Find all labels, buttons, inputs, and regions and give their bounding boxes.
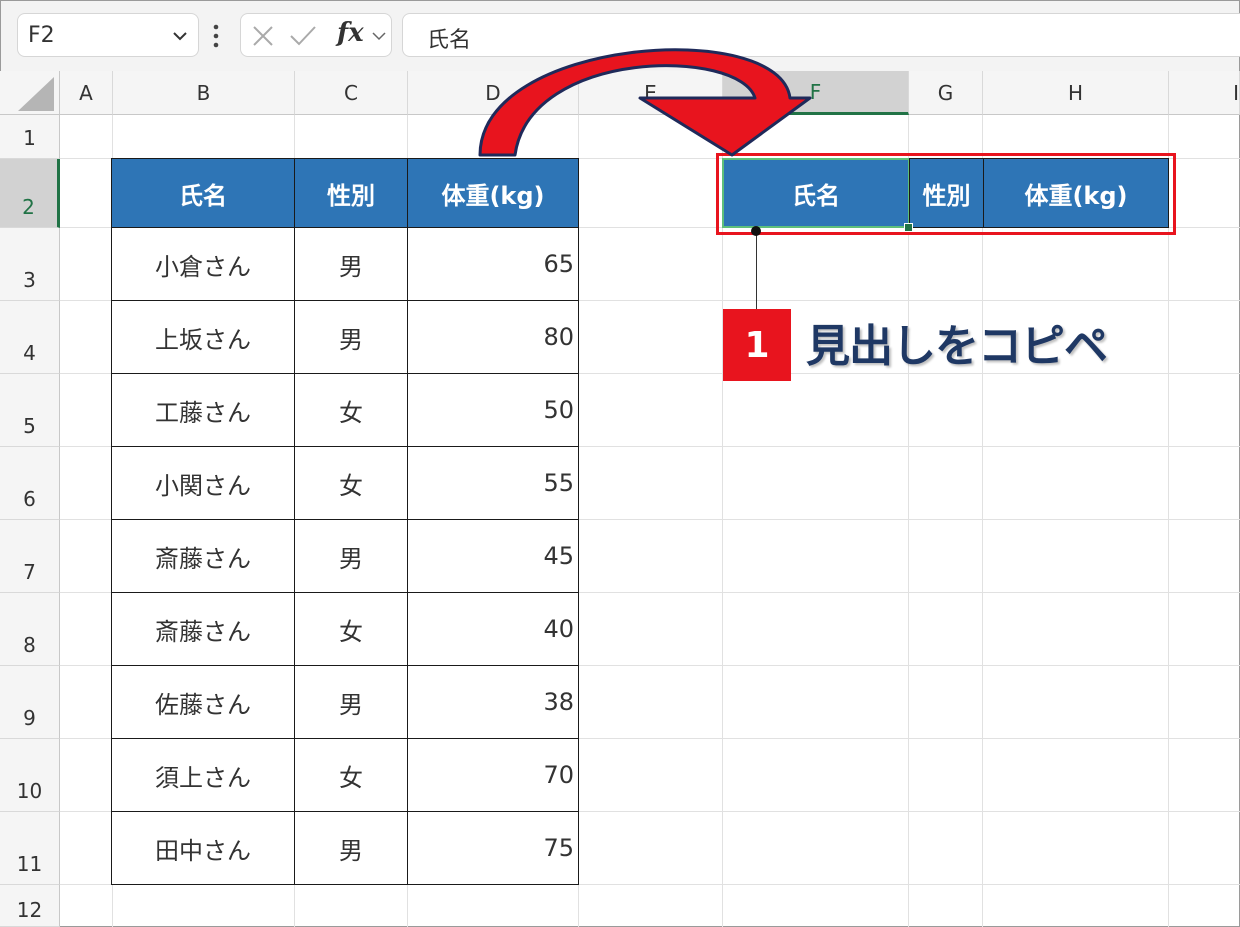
table-cell-weight[interactable]: 80 bbox=[407, 300, 579, 374]
column-header-b[interactable]: B bbox=[113, 71, 295, 115]
table-cell-gender[interactable]: 男 bbox=[294, 811, 408, 885]
copy-arrow-icon bbox=[478, 48, 812, 157]
table-cell-name[interactable]: 上坂さん bbox=[111, 300, 295, 374]
column-header-g[interactable]: G bbox=[909, 71, 983, 115]
row-header-10[interactable]: 10 bbox=[0, 739, 60, 812]
row-header-5[interactable]: 5 bbox=[0, 374, 60, 447]
highlight-box bbox=[716, 153, 1176, 235]
table-cell-name[interactable]: 田中さん bbox=[111, 811, 295, 885]
row-header-2[interactable]: 2 bbox=[0, 159, 60, 228]
select-all-corner[interactable] bbox=[0, 71, 60, 115]
table-cell-gender[interactable]: 男 bbox=[294, 227, 408, 301]
callout-label: 見出しをコピペ bbox=[806, 321, 1108, 372]
table-cell-weight[interactable]: 45 bbox=[407, 519, 579, 593]
table-cell-name[interactable]: 小関さん bbox=[111, 446, 295, 520]
name-box[interactable]: F2 bbox=[17, 13, 199, 57]
row-header-9[interactable]: 9 bbox=[0, 666, 60, 739]
gridline bbox=[1168, 115, 1169, 927]
column-header-i[interactable]: I bbox=[1169, 71, 1240, 115]
cancel-icon[interactable] bbox=[251, 24, 275, 48]
table-cell-name[interactable]: 佐藤さん bbox=[111, 665, 295, 739]
chevron-down-icon[interactable] bbox=[371, 28, 387, 44]
table-cell-name[interactable]: 須上さん bbox=[111, 738, 295, 812]
row-header-12[interactable]: 12 bbox=[0, 885, 60, 927]
table-cell-weight[interactable]: 70 bbox=[407, 738, 579, 812]
table-cell-name[interactable]: 斎藤さん bbox=[111, 592, 295, 666]
table-header-gender[interactable]: 性別 bbox=[294, 158, 408, 228]
gridline bbox=[722, 115, 723, 927]
table-cell-gender[interactable]: 女 bbox=[294, 373, 408, 447]
formula-value: 氏名 bbox=[427, 28, 472, 53]
callout-leader-dot bbox=[751, 226, 761, 236]
row-header-6[interactable]: 6 bbox=[0, 447, 60, 520]
table-cell-name[interactable]: 工藤さん bbox=[111, 373, 295, 447]
row-header-7[interactable]: 7 bbox=[0, 520, 60, 593]
gridline bbox=[908, 115, 909, 927]
column-header-a[interactable]: A bbox=[60, 71, 113, 115]
table-cell-weight[interactable]: 65 bbox=[407, 227, 579, 301]
table-header-name[interactable]: 氏名 bbox=[111, 158, 295, 228]
enter-check-icon[interactable] bbox=[289, 24, 317, 48]
select-all-triangle-icon bbox=[18, 77, 54, 111]
table-cell-name[interactable]: 斎藤さん bbox=[111, 519, 295, 593]
row-header-1[interactable]: 1 bbox=[0, 115, 60, 159]
table-cell-gender[interactable]: 女 bbox=[294, 446, 408, 520]
table-header-weight[interactable]: 体重(kg) bbox=[407, 158, 579, 228]
row-header-3[interactable]: 3 bbox=[0, 228, 60, 301]
callout-leader-line bbox=[756, 231, 757, 309]
table-cell-name[interactable]: 小倉さん bbox=[111, 227, 295, 301]
table-cell-gender[interactable]: 女 bbox=[294, 592, 408, 666]
formula-actions: fx bbox=[240, 13, 392, 57]
table-cell-gender[interactable]: 男 bbox=[294, 519, 408, 593]
step-badge: 1 bbox=[723, 309, 791, 381]
table-cell-weight[interactable]: 38 bbox=[407, 665, 579, 739]
column-header-h[interactable]: H bbox=[983, 71, 1169, 115]
gridline bbox=[982, 115, 983, 927]
column-header-c[interactable]: C bbox=[295, 71, 408, 115]
chevron-down-icon[interactable] bbox=[170, 26, 190, 46]
table-cell-weight[interactable]: 50 bbox=[407, 373, 579, 447]
table-cell-weight[interactable]: 75 bbox=[407, 811, 579, 885]
row-header-11[interactable]: 11 bbox=[0, 812, 60, 885]
row-header-4[interactable]: 4 bbox=[0, 301, 60, 374]
table-cell-gender[interactable]: 男 bbox=[294, 300, 408, 374]
name-box-value: F2 bbox=[28, 23, 55, 48]
table-cell-gender[interactable]: 男 bbox=[294, 665, 408, 739]
table-cell-weight[interactable]: 55 bbox=[407, 446, 579, 520]
row-header-8[interactable]: 8 bbox=[0, 593, 60, 666]
more-options-icon[interactable] bbox=[212, 21, 220, 51]
table-cell-weight[interactable]: 40 bbox=[407, 592, 579, 666]
table-cell-gender[interactable]: 女 bbox=[294, 738, 408, 812]
insert-function-icon[interactable]: fx bbox=[337, 18, 364, 48]
